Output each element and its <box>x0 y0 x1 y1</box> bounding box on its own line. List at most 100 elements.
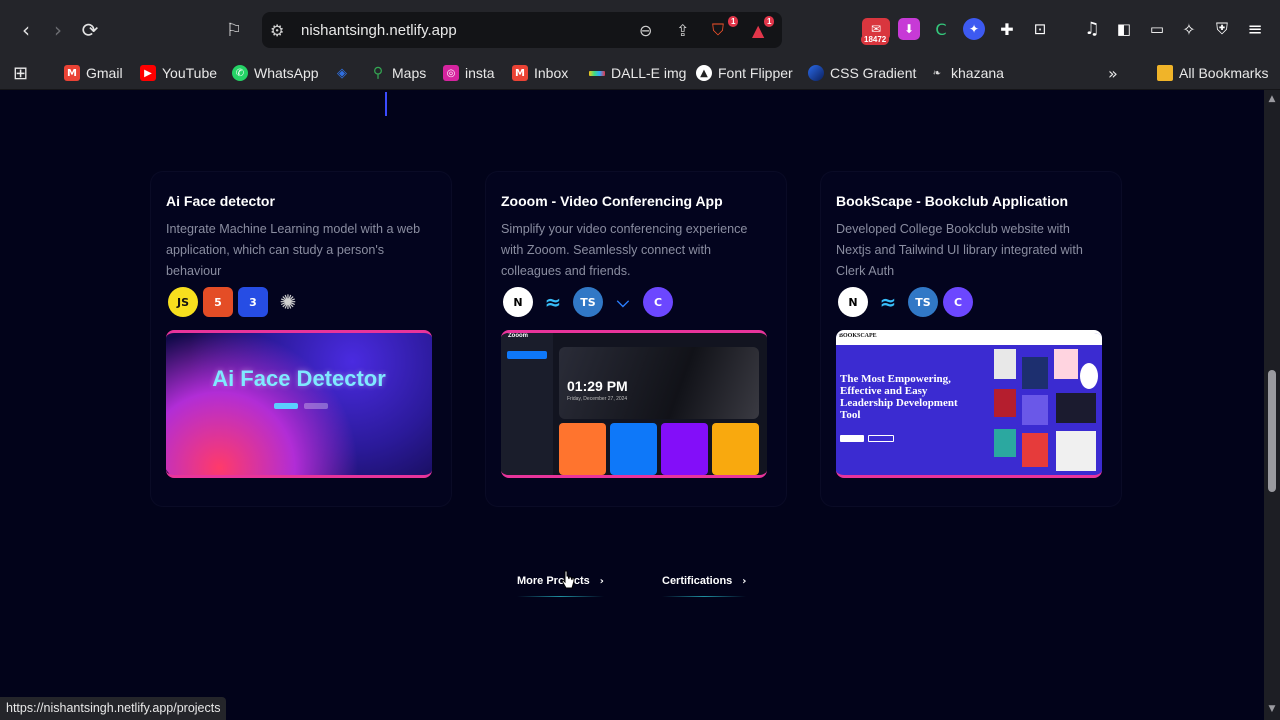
bookmark-generic-icon: ◈ <box>337 65 347 81</box>
project-description: Integrate Machine Learning model with a … <box>166 222 421 278</box>
browser-toolbar: ‹ › ⟳ ⚐ ⚙ nishantsingh.netlify.app ⊖ ⇪ ⛉… <box>0 0 1280 56</box>
gmail-icon: M <box>512 65 528 81</box>
bookmark-label: CSS Gradient <box>830 65 917 81</box>
bookmark-label: Maps <box>392 65 427 81</box>
bookmarks-bar: ⊞ M Gmail ▶ YouTube ✆ WhatsApp ◈ ⚲ Maps ◎ ins… <box>0 56 1280 90</box>
bookmark-label: Gmail <box>86 65 123 81</box>
bookmark-css-gradient[interactable]: CSS Gradient <box>808 56 916 90</box>
extensions-puzzle-icon[interactable]: ✚ <box>996 18 1018 40</box>
thumb-button-primary <box>274 403 298 409</box>
typescript-icon: TS <box>908 287 938 317</box>
stream-icon: ⌵ <box>616 292 630 311</box>
more-bookmarks-icon[interactable]: » <box>1108 56 1118 90</box>
gmail-icon: M <box>64 65 80 81</box>
dalle-icon <box>589 70 605 76</box>
bookmark-generic[interactable]: ◈ <box>334 56 350 90</box>
thumb-tile-new-meeting <box>559 423 606 475</box>
page-scrollbar[interactable]: ▲ ▼ <box>1264 90 1280 720</box>
whatsapp-icon: ✆ <box>232 65 248 81</box>
grammar-extension-icon[interactable]: C <box>930 18 952 40</box>
bookmark-label: insta <box>465 65 495 81</box>
project-description: Developed College Bookclub website with … <box>836 222 1083 278</box>
download-extension-icon[interactable]: ⬇ <box>898 18 920 40</box>
timeline-line <box>385 92 387 116</box>
bookmark-maps[interactable]: ⚲ Maps <box>370 56 426 90</box>
youtube-icon: ▶ <box>140 65 156 81</box>
css-gradient-icon <box>808 65 824 81</box>
bookmark-insta[interactable]: ◎ insta <box>443 56 495 90</box>
page-content: Ai Face detector Integrate Machine Learn… <box>0 90 1264 720</box>
all-bookmarks[interactable]: All Bookmarks <box>1157 56 1268 90</box>
wallet-icon[interactable]: ▭ <box>1146 18 1168 40</box>
status-bar-link-preview: https://nishantsingh.netlify.app/project… <box>0 697 227 720</box>
thumb-cta-primary <box>840 435 864 442</box>
typescript-icon: TS <box>573 287 603 317</box>
instagram-icon: ◎ <box>443 65 459 81</box>
bookmark-khazana[interactable]: ❧ khazana <box>929 56 1004 90</box>
bookmark-youtube[interactable]: ▶ YouTube <box>140 56 217 90</box>
bookmark-page-icon[interactable]: ⚐ <box>218 14 250 46</box>
scroll-up-icon[interactable]: ▲ <box>1267 94 1277 104</box>
thumb-title: Ai Face Detector <box>212 366 386 391</box>
project-description: Simplify your video conferencing experie… <box>501 222 748 278</box>
html5-icon: 5 <box>203 287 233 317</box>
zoom-icon[interactable]: ⊖ <box>639 21 652 40</box>
button-glow <box>662 596 747 597</box>
menu-icon[interactable]: ≡ <box>1244 18 1266 40</box>
thumb-book-collage <box>994 349 1098 475</box>
thumb-tile-join-meeting <box>610 423 657 475</box>
bookmark-inbox[interactable]: M Inbox <box>512 56 568 90</box>
tech-stack: N ≈ TS ⌵ C <box>503 287 673 317</box>
bookmark-label: DALL-E img <box>611 65 687 81</box>
brave-rewards-icon[interactable]: ▲ <box>752 21 764 40</box>
forward-icon[interactable]: › <box>42 14 74 46</box>
chevron-right-icon: › <box>742 575 747 587</box>
address-bar[interactable]: ⚙ nishantsingh.netlify.app ⊖ ⇪ ⛉ 1 ▲ 1 <box>262 12 782 48</box>
site-settings-icon[interactable]: ⚙ <box>270 21 284 40</box>
bookmark-label: WhatsApp <box>254 65 319 81</box>
tech-stack: N ≈ TS C <box>838 287 973 317</box>
bookmark-whatsapp[interactable]: ✆ WhatsApp <box>232 56 319 90</box>
bookmark-label: Inbox <box>534 65 569 81</box>
thumb-decoration <box>166 333 432 475</box>
bookmark-label: Font Flipper <box>718 65 793 81</box>
thumb-headline: The Most Empowering, Effective and Easy … <box>840 373 958 421</box>
url-text[interactable]: nishantsingh.netlify.app <box>301 22 457 39</box>
leo-ai-icon[interactable]: ✧ <box>1178 18 1200 40</box>
project-thumbnail[interactable]: Zooom 01:29 PM Friday, December 27, 2024 <box>501 330 767 478</box>
thumb-date: Friday, December 27, 2024 <box>567 396 628 402</box>
bookmark-gmail[interactable]: M Gmail <box>64 56 123 90</box>
reload-icon[interactable]: ⟳ <box>74 14 106 46</box>
back-icon[interactable]: ‹ <box>10 14 42 46</box>
apps-grid-icon[interactable]: ⊞ <box>13 56 28 90</box>
scroll-down-icon[interactable]: ▼ <box>1267 704 1277 714</box>
bookmark-dalle[interactable]: DALL-E img <box>589 56 686 90</box>
sidebar-icon[interactable]: ◧ <box>1113 18 1135 40</box>
bookmark-label: khazana <box>951 65 1004 81</box>
project-card-bookscape[interactable]: BookScape - Bookclub Application Develop… <box>821 172 1121 506</box>
openai-icon: ✺ <box>279 290 297 314</box>
brave-shields-icon[interactable]: ⛉ <box>712 20 724 40</box>
extension-counter-badge: 18472 <box>861 34 890 45</box>
certifications-label: Certifications <box>662 575 733 587</box>
css3-icon: 3 <box>238 287 268 317</box>
share-icon[interactable]: ⇪ <box>676 21 689 40</box>
project-thumbnail[interactable]: BOOKSCAPE The Most Empowering, Effective… <box>836 330 1102 478</box>
thumb-brand: Zooom <box>508 333 528 339</box>
bookmark-font-flipper[interactable]: ▲ Font Flipper <box>696 56 793 90</box>
thumb-tile-recordings <box>712 423 759 475</box>
certifications-button[interactable]: Certifications › <box>662 568 747 597</box>
screenshot-icon[interactable]: ⊡ <box>1029 18 1051 40</box>
settings-extension-icon[interactable]: ✦ <box>963 18 985 40</box>
scroll-thumb[interactable] <box>1268 370 1276 492</box>
project-title: BookScape - Bookclub Application <box>836 193 1069 209</box>
maps-pin-icon: ⚲ <box>372 65 384 81</box>
project-thumbnail[interactable]: Ai Face Detector <box>166 330 432 478</box>
button-glow <box>517 596 604 597</box>
khazana-icon: ❧ <box>932 67 942 79</box>
clerk-icon: C <box>943 287 973 317</box>
project-card-ai-face[interactable]: Ai Face detector Integrate Machine Learn… <box>151 172 451 506</box>
media-icon[interactable]: ♫ <box>1081 18 1103 40</box>
vpn-shield-icon[interactable]: ⛨ <box>1211 18 1233 40</box>
project-card-zooom[interactable]: Zooom - Video Conferencing App Simplify … <box>486 172 786 506</box>
